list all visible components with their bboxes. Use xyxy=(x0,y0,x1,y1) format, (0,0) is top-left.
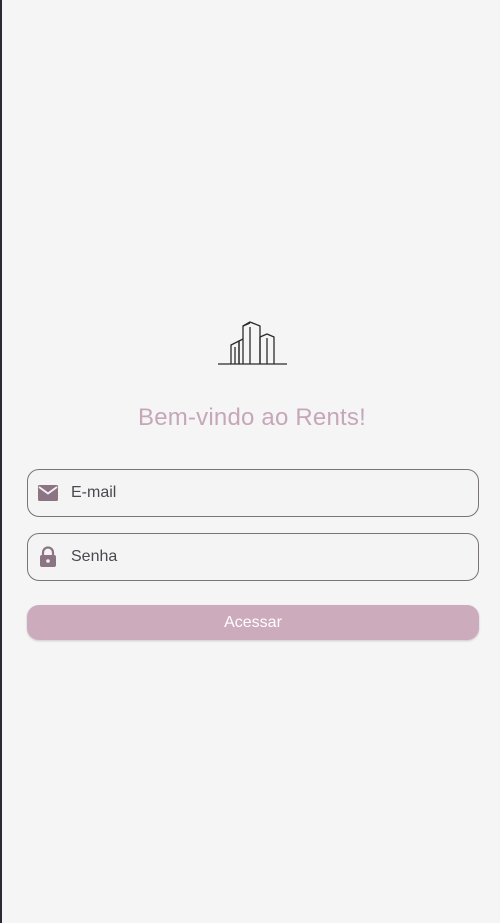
submit-button[interactable]: Acessar xyxy=(27,605,479,640)
password-field[interactable] xyxy=(27,533,479,581)
password-input[interactable] xyxy=(71,534,478,580)
login-screen: Bem-vindo ao Rents! Acessar xyxy=(0,0,500,923)
buildings-icon xyxy=(216,318,290,368)
email-field[interactable] xyxy=(27,469,479,517)
mail-icon xyxy=(37,482,59,504)
welcome-title: Bem-vindo ao Rents! xyxy=(138,404,366,431)
lock-icon xyxy=(37,546,59,568)
email-input[interactable] xyxy=(71,470,478,516)
